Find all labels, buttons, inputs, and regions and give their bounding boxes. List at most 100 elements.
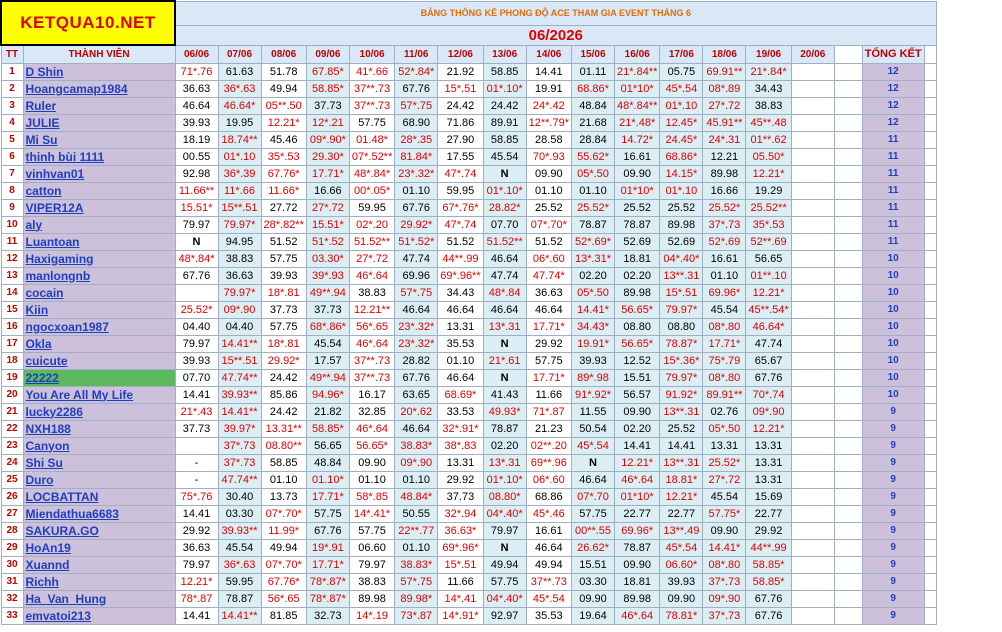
total-cell: 9 (861, 555, 925, 574)
member-name-link[interactable]: Hoangcamap1984 (22, 79, 176, 98)
score-cell: 09.90 (348, 453, 396, 472)
total-cell: 11 (861, 232, 925, 251)
member-name-link[interactable]: 22222 (22, 368, 176, 387)
member-name-link[interactable]: Luantoan (22, 232, 176, 251)
score-cell: 58.85* (745, 572, 792, 591)
member-name-link[interactable]: Ha_Van_Hung (22, 589, 176, 608)
score-cell: 14*.19 (348, 606, 396, 625)
score-cell: 89.91** (702, 385, 747, 404)
score-cell: 47.74** (217, 368, 262, 387)
row-number: 26 (0, 487, 24, 506)
member-name-link[interactable]: cuicute (22, 351, 176, 370)
score-cell: 09*.90 (217, 300, 262, 319)
member-name-link[interactable]: Okla (22, 334, 176, 353)
table-row: 12 Haxigaming 48*.84* 38.83 57.75 03.30* 27*.7… (0, 249, 937, 268)
spacer-cell (833, 249, 863, 268)
member-name-link[interactable]: Miendathua6683 (22, 504, 176, 523)
score-cell: 57.75 (348, 113, 396, 132)
member-name-link[interactable]: aly (22, 215, 176, 234)
score-cell: 57.75 (260, 249, 307, 268)
member-name-link[interactable]: Haxigaming (22, 249, 176, 268)
row-number: 32 (0, 589, 24, 608)
table-row: 28 SAKURA.GO 29.92 39.93** 11.99* 67.76 57.75 2… (0, 521, 937, 540)
score-cell (790, 113, 835, 132)
score-cell: 59.95 (217, 572, 262, 591)
score-cell: 37.73 (305, 96, 350, 115)
spacer-cell (923, 181, 937, 200)
member-name-link[interactable]: cocain (22, 283, 176, 302)
member-name-link[interactable]: Shi Su (22, 453, 176, 472)
score-cell (174, 283, 219, 302)
member-name-link[interactable]: lucky2286 (22, 402, 176, 421)
member-name-link[interactable]: Xuannd (22, 555, 176, 574)
score-cell: 37.73 (437, 487, 484, 506)
table-row: 19 22222 07.70 47.74** 24.42 49**.94 37**.73 67… (0, 368, 937, 387)
row-number: 24 (0, 453, 24, 472)
total-cell: 12 (861, 96, 925, 115)
total-cell: 10 (861, 266, 925, 285)
member-name-link[interactable]: SAKURA.GO (22, 521, 176, 540)
score-cell: 39.93 (174, 351, 219, 370)
member-name-link[interactable]: Richh (22, 572, 176, 591)
total-cell: 9 (861, 589, 925, 608)
member-name-link[interactable]: JULIE (22, 113, 176, 132)
member-name-link[interactable]: emvatoi213 (22, 606, 176, 625)
member-name-link[interactable]: Kiin (22, 300, 176, 319)
total-cell: 12 (861, 113, 925, 132)
member-name-link[interactable]: ngocxoan1987 (22, 317, 176, 336)
score-cell: 28.82* (482, 198, 527, 217)
score-cell: 51.52** (482, 232, 527, 251)
member-name-link[interactable]: VIPER12A (22, 198, 176, 217)
member-name-link[interactable]: thinh bùi 1111 (22, 147, 176, 166)
score-cell: 21*.48* (613, 113, 661, 132)
spacer-cell (833, 504, 863, 523)
score-cell: 18.19 (174, 130, 219, 149)
member-name-link[interactable]: Duro (22, 470, 176, 489)
score-cell: 78.87 (482, 419, 527, 438)
score-cell: 21*.84** (613, 62, 661, 81)
site-logo: KETQUA10.NET (20, 13, 156, 32)
score-cell: 47*.74 (437, 164, 484, 183)
member-name-link[interactable]: HoAn19 (22, 538, 176, 557)
score-cell: 79.97 (348, 555, 396, 574)
table-row: 22 NXH188 37.73 39.97* 13.31** 58.85* 46*.64 46… (0, 419, 937, 438)
score-cell (790, 232, 835, 251)
score-cell: 49**.94 (305, 283, 350, 302)
row-number: 1 (0, 62, 24, 81)
score-cell: 09*.90 (394, 453, 439, 472)
score-cell: 45*.54 (571, 436, 615, 455)
score-cell (790, 79, 835, 98)
spacer-cell (923, 521, 937, 540)
score-cell: 21*.61 (482, 351, 527, 370)
score-cell: 50.54 (571, 419, 615, 438)
member-name-link[interactable]: NXH188 (22, 419, 176, 438)
member-name-link[interactable]: catton (22, 181, 176, 200)
spacer-cell (923, 572, 937, 591)
score-cell: 52*.84* (394, 62, 439, 81)
total-cell: 10 (861, 300, 925, 319)
score-cell (790, 470, 835, 489)
score-cell: 14.72* (613, 130, 661, 149)
member-name-link[interactable]: You Are All My Life (22, 385, 176, 404)
total-cell: 10 (861, 317, 925, 336)
score-cell: 12.21* (745, 283, 792, 302)
event-table: KETQUA10.NET BẢNG THỐNG KÊ PHONG ĐỘ ACE … (0, 0, 937, 625)
member-name-link[interactable]: LOCBATTAN (22, 487, 176, 506)
spacer-cell (833, 147, 863, 166)
member-name-link[interactable]: Mi Su (22, 130, 176, 149)
score-cell (790, 385, 835, 404)
member-name-link[interactable]: Canyon (22, 436, 176, 455)
row-number: 13 (0, 266, 24, 285)
member-name-link[interactable]: D Shin (22, 62, 176, 81)
score-cell: 24.42 (260, 368, 307, 387)
score-cell: 01.10 (394, 538, 439, 557)
score-cell: 19.91* (571, 334, 615, 353)
member-name-link[interactable]: Ruler (22, 96, 176, 115)
member-name-link[interactable]: vinhvan01 (22, 164, 176, 183)
member-name-link[interactable]: manlongnb (22, 266, 176, 285)
score-cell: 39.93** (217, 521, 262, 540)
score-cell: 09*.90 (702, 589, 747, 608)
spacer-cell (923, 266, 937, 285)
score-cell: 35*.53 (745, 215, 792, 234)
score-cell: 49.93* (482, 402, 527, 421)
